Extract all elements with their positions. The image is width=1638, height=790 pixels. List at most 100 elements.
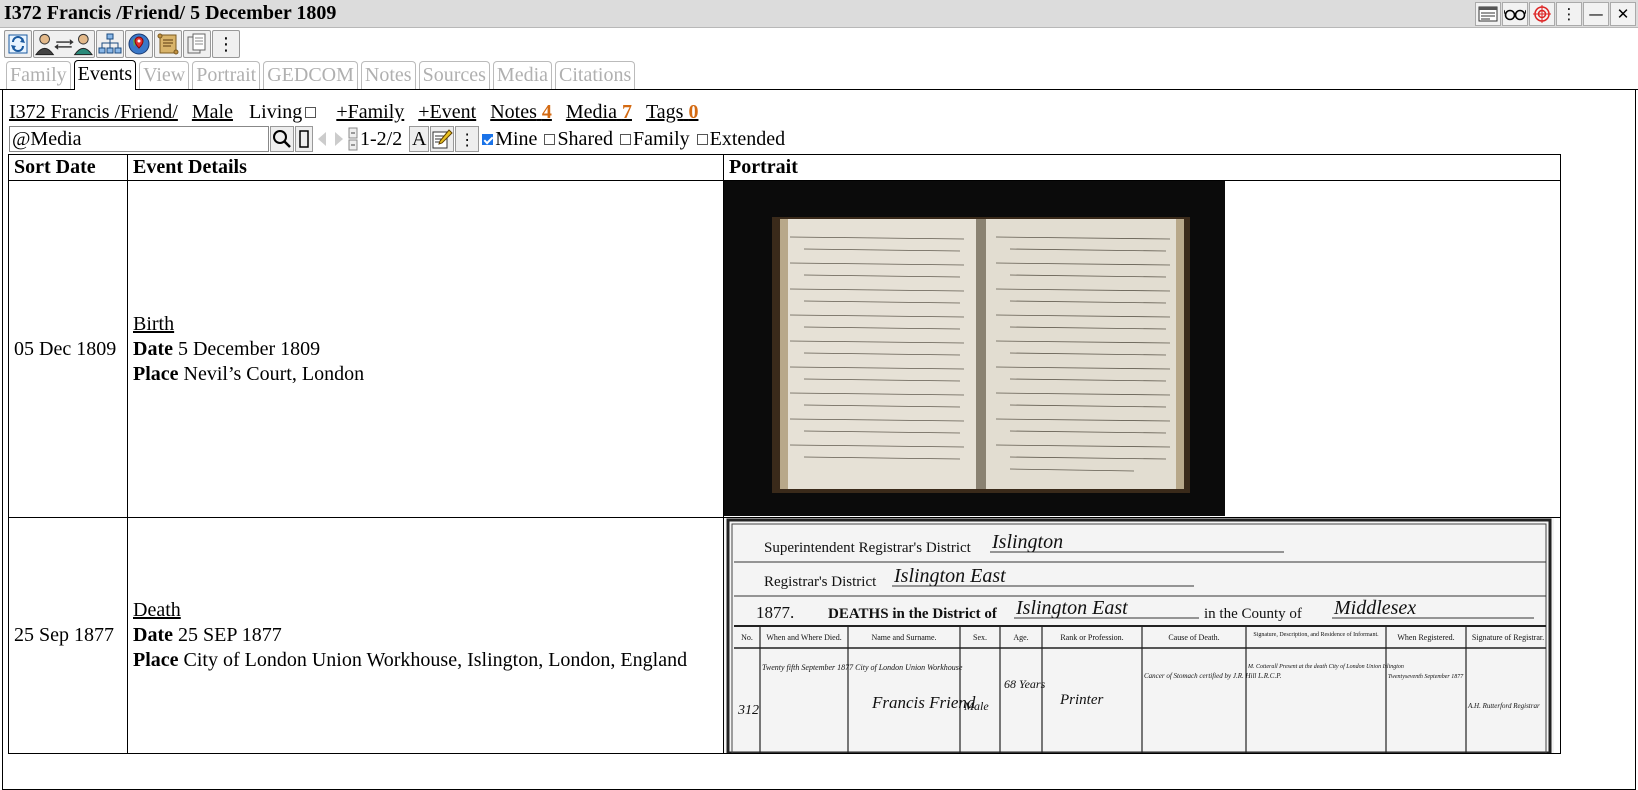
date-value: 5 December 1809 xyxy=(177,337,321,360)
extended-label: Extended xyxy=(709,127,786,150)
tab-events[interactable]: Events xyxy=(73,60,137,90)
death-certificate-image[interactable]: Superintendent Registrar's District Isli… xyxy=(724,518,1554,753)
column-toggle-icon[interactable] xyxy=(295,126,313,152)
media-link[interactable]: Media 7 xyxy=(566,101,632,124)
cert-district-value: Islington East xyxy=(1015,597,1128,619)
date-value: 25 SEP 1877 xyxy=(177,624,282,646)
cert-superintendent-value: Islington xyxy=(991,531,1063,553)
family-label: Family xyxy=(632,127,690,150)
toolbar: ⋮ xyxy=(0,28,1638,60)
family-checkbox[interactable] xyxy=(619,133,631,145)
table-row: 05 Dec 1809 Birth Date 5 December 1809 P… xyxy=(8,180,1561,518)
header-portrait[interactable]: Portrait xyxy=(723,154,1561,181)
cert-col-when: When and Where Died. xyxy=(766,633,841,642)
cert-col-rank: Rank or Profession. xyxy=(1060,633,1123,642)
tab-bar: Family Events View Portrait GEDCOM Notes… xyxy=(0,60,1638,90)
tab-portrait[interactable]: Portrait xyxy=(192,61,261,89)
person-summary: I372 Francis /Friend/ Male Living +Famil… xyxy=(3,90,1635,124)
cert-registrar-label: Registrar's District xyxy=(764,574,877,590)
target-icon[interactable] xyxy=(1529,1,1555,26)
table-row: 25 Sep 1877 Death Date 25 SEP 1877 Place… xyxy=(8,517,1561,754)
sort-date-cell: 25 Sep 1877 xyxy=(8,517,128,754)
cert-entry-rank: Printer xyxy=(1059,692,1103,708)
minimize-icon[interactable]: — xyxy=(1583,1,1609,26)
event-details-cell: Birth Date 5 December 1809 Place Nevil’s… xyxy=(127,180,724,518)
filter-family[interactable]: Family xyxy=(617,128,690,151)
baptism-register-image[interactable] xyxy=(724,181,1225,516)
place-value: Nevil’s Court, London xyxy=(183,362,365,385)
font-size-button[interactable]: A xyxy=(409,126,430,152)
cert-entry-name: Francis Friend xyxy=(871,693,976,712)
header-event-details[interactable]: Event Details xyxy=(127,154,724,181)
toolbar-kebab-icon[interactable]: ⋮ xyxy=(212,30,240,58)
cert-entry-registered: Twentyseventh September 1877 xyxy=(1388,674,1464,680)
media-count: 7 xyxy=(621,101,632,123)
map-icon[interactable] xyxy=(125,30,153,58)
notes-label: Notes xyxy=(490,101,537,123)
event-type-link[interactable]: Death xyxy=(133,599,181,621)
cert-entry-sex: Male xyxy=(963,699,989,713)
tree-icon[interactable] xyxy=(96,30,124,58)
portrait-cell xyxy=(723,180,1561,518)
person-sex-link[interactable]: Male xyxy=(192,101,233,124)
window-title: I372 Francis /Friend/ 5 December 1809 xyxy=(4,2,337,24)
table-header-row: Sort Date Event Details Portrait xyxy=(8,154,1561,181)
tab-notes[interactable]: Notes xyxy=(360,61,416,89)
scroll-icon[interactable] xyxy=(154,30,182,58)
copy-icon[interactable] xyxy=(183,30,211,58)
search-icon[interactable] xyxy=(270,126,294,152)
cert-entry-age: 68 Years xyxy=(1004,677,1046,691)
glasses-icon[interactable] xyxy=(1502,1,1528,26)
shared-checkbox[interactable] xyxy=(544,133,556,145)
filter-kebab-icon[interactable]: ⋮ xyxy=(455,126,480,152)
tab-gedcom[interactable]: GEDCOM xyxy=(263,61,358,89)
cert-county-text: in the County of xyxy=(1204,606,1302,622)
tab-sources[interactable]: Sources xyxy=(418,61,490,89)
mine-checkbox[interactable] xyxy=(482,133,494,145)
sheet-icon[interactable] xyxy=(1475,1,1501,26)
tab-media[interactable]: Media xyxy=(492,61,552,89)
living-toggle[interactable]: Living xyxy=(249,101,318,124)
window-kebab-icon[interactable]: ⋮ xyxy=(1556,1,1582,26)
cert-year: 1877. xyxy=(756,603,794,622)
filter-shared[interactable]: Shared xyxy=(541,128,613,151)
event-type-link[interactable]: Birth xyxy=(133,313,174,335)
tab-family[interactable]: Family xyxy=(6,61,71,89)
add-event-link[interactable]: +Event xyxy=(418,101,476,124)
next-page-icon[interactable] xyxy=(331,126,347,152)
tags-link[interactable]: Tags 0 xyxy=(646,101,698,124)
cert-col-age: Age. xyxy=(1013,633,1028,642)
title-bar: I372 Francis /Friend/ 5 December 1809 ⋮ … xyxy=(0,0,1638,28)
filter-mine[interactable]: Mine xyxy=(479,128,537,151)
cert-entry-registrar: A.H. Rutterford Registrar xyxy=(1467,702,1540,710)
tags-label: Tags xyxy=(645,101,684,123)
cert-entry-when: Twenty fifth September 1877 City of Lond… xyxy=(762,663,963,672)
place-label: Place xyxy=(133,649,179,671)
living-label: Living xyxy=(248,101,303,123)
filter-extended[interactable]: Extended xyxy=(694,127,786,151)
refresh-icon[interactable] xyxy=(4,30,32,58)
event-details-cell: Death Date 25 SEP 1877 Place City of Lon… xyxy=(127,517,724,754)
mine-label: Mine xyxy=(495,127,538,150)
prev-page-icon[interactable] xyxy=(314,126,330,152)
place-value: City of London Union Workhouse, Islingto… xyxy=(183,649,688,671)
living-checkbox[interactable] xyxy=(305,107,317,118)
tab-view[interactable]: View xyxy=(139,61,190,89)
notes-link[interactable]: Notes 4 xyxy=(490,101,552,124)
page-stepper-icon[interactable] xyxy=(348,127,358,151)
person-name-link[interactable]: I372 Francis /Friend/ xyxy=(9,101,178,124)
header-sort-date[interactable]: Sort Date xyxy=(8,154,128,181)
cert-col-sex: Sex. xyxy=(973,633,987,642)
cert-col-name: Name and Surname. xyxy=(871,633,936,642)
cert-col-no: No. xyxy=(741,633,753,642)
search-input[interactable] xyxy=(9,126,269,152)
add-family-link[interactable]: +Family xyxy=(336,101,404,124)
extended-checkbox[interactable] xyxy=(696,133,708,145)
close-icon[interactable]: ✕ xyxy=(1610,1,1636,26)
swap-people-icon[interactable] xyxy=(33,30,95,58)
cert-county-value: Middlesex xyxy=(1333,597,1416,619)
range-indicator: 1-2/2 xyxy=(360,127,403,150)
tab-citations[interactable]: Citations xyxy=(555,61,636,89)
cert-superintendent-label: Superintendent Registrar's District xyxy=(764,540,972,556)
edit-icon[interactable] xyxy=(430,126,455,152)
